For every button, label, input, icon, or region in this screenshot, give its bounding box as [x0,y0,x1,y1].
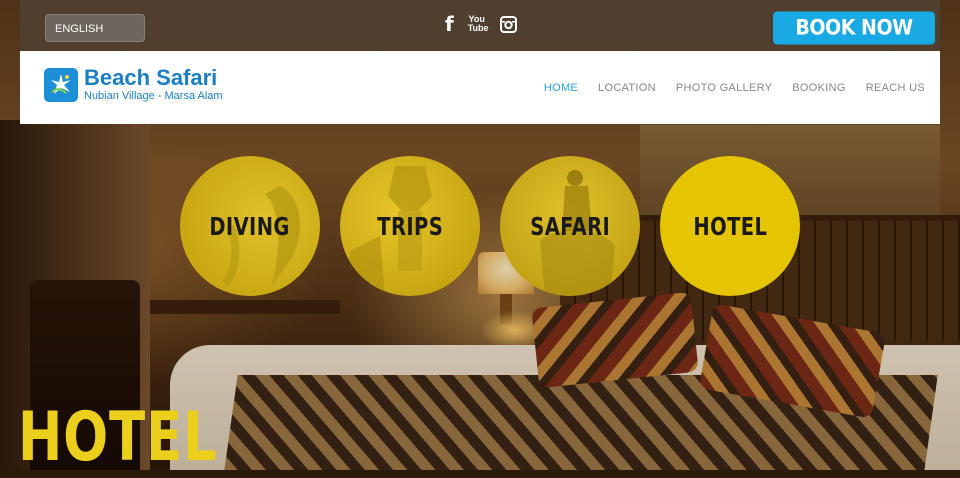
safari-label: SAFARI [530,211,610,241]
main-nav: HOME LOCATION PHOTO GALLERY BOOKING REAC… [544,82,925,94]
top-bar: ENGLISH f You Tube BOOK NOW [20,0,940,51]
diving-circle[interactable]: DIVING [180,156,320,296]
social-links: f You Tube [445,12,517,36]
youtube-icon[interactable]: You Tube [467,14,489,33]
hotel-circle[interactable]: HOTEL [660,156,800,296]
logo-title: Beach Safari [84,65,218,90]
site-header: Beach Safari Nubian Village - Marsa Alam… [20,51,940,124]
trips-circle[interactable]: TRIPS [340,156,480,296]
facebook-icon[interactable]: f [445,12,454,36]
nav-reach-us[interactable]: REACH US [866,82,925,94]
nav-booking[interactable]: BOOKING [792,82,845,94]
language-select[interactable]: ENGLISH [45,14,145,42]
diving-label: DIVING [209,211,291,241]
book-now-button[interactable]: BOOK NOW [773,11,935,45]
nav-location[interactable]: LOCATION [598,82,656,94]
hotel-label: HOTEL [693,211,767,241]
youtube-label: You Tube [467,14,489,33]
nav-home[interactable]: HOME [544,82,578,94]
logo-subtitle: Nubian Village - Marsa Alam [84,90,223,102]
instagram-icon[interactable] [499,15,517,33]
trips-label: TRIPS [377,211,443,241]
safari-circle[interactable]: SAFARI [500,156,640,296]
page-heading: HOTEL [18,398,218,477]
nav-photo-gallery[interactable]: PHOTO GALLERY [676,82,772,94]
starfish-logo-icon [44,68,78,102]
site-logo[interactable]: Beach Safari Nubian Village - Marsa Alam [44,67,223,103]
